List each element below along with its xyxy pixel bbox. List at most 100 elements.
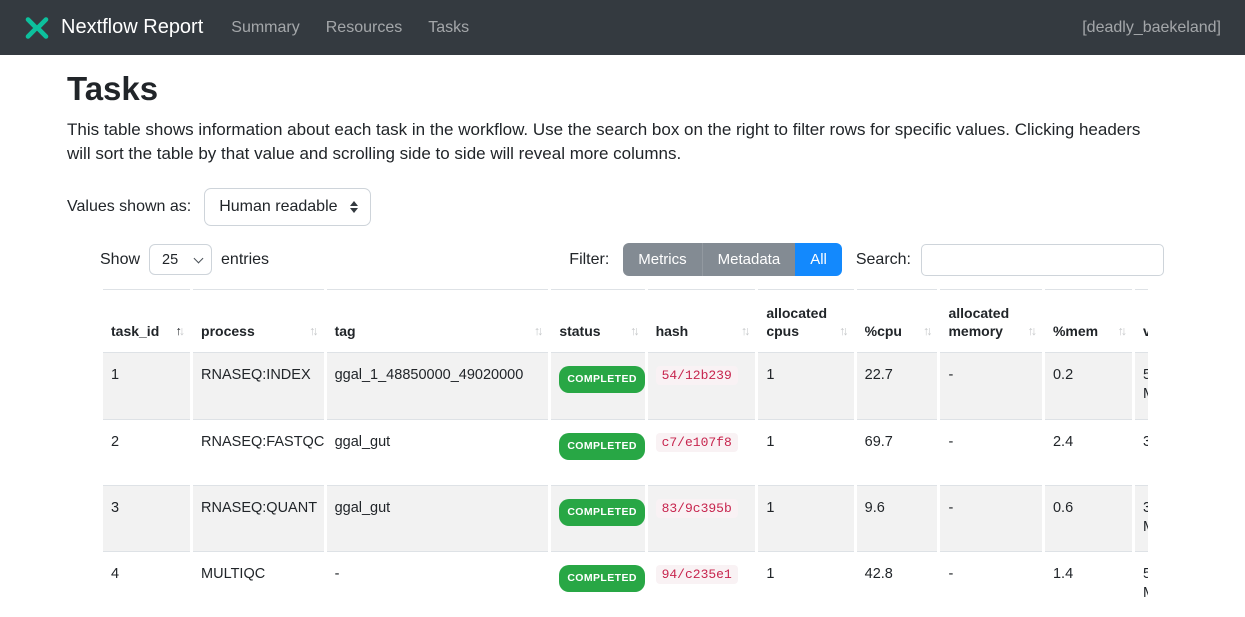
sort-icon: ↑↓ <box>1118 322 1128 340</box>
filter-all-button[interactable]: All <box>795 243 842 276</box>
col-label: allocated cpus <box>766 305 827 339</box>
cell-allocated_memory: - <box>940 485 1042 551</box>
task-hash: c7/e107f8 <box>656 433 738 452</box>
table-row: 4MULTIQC-COMPLETED94/c235e1142.8-1.4571.… <box>103 551 1148 617</box>
cell-tag: ggal_gut <box>327 419 549 485</box>
cell-hash: c7/e107f8 <box>648 419 756 485</box>
status-badge: COMPLETED <box>559 433 645 460</box>
col-label: allocated memory <box>948 305 1009 339</box>
cell-pmem: 2.4 <box>1045 419 1132 485</box>
page-title: Tasks <box>67 70 1178 108</box>
main-content: Tasks This table shows information about… <box>0 70 1245 617</box>
page-length-group: Show 25 entries <box>100 244 269 275</box>
col-header-status[interactable]: status↑↓ <box>551 289 644 353</box>
cell-vmem: 3.002 GB <box>1135 419 1148 485</box>
col-label: status <box>559 323 600 339</box>
top-navbar: Nextflow Report Summary Resources Tasks [d… <box>0 0 1245 55</box>
col-header-task_id[interactable]: task_id ↑↓ <box>103 289 190 353</box>
cell-allocated_memory: - <box>940 551 1042 617</box>
brand-link[interactable]: Nextflow Report <box>24 15 203 41</box>
cell-vmem: 571.58 MB <box>1135 551 1148 617</box>
cell-allocated_cpus: 1 <box>758 485 853 551</box>
chevron-down-icon <box>194 253 204 263</box>
col-label: process <box>201 323 255 339</box>
task-hash: 54/12b239 <box>656 366 738 385</box>
cell-task_id: 2 <box>103 419 190 485</box>
sort-icon: ↑↓ <box>534 322 544 340</box>
filter-metadata-button[interactable]: Metadata <box>702 243 796 276</box>
cell-pmem: 0.6 <box>1045 485 1132 551</box>
filter-search-group: Filter: MetricsMetadataAll Search: <box>569 243 1164 276</box>
cell-status: COMPLETED <box>551 353 644 419</box>
sort-icon: ↑↓ <box>1027 322 1037 340</box>
col-header-tag[interactable]: tag ↑↓ <box>327 289 549 353</box>
cell-process: RNASEQ:QUANT <box>193 485 324 551</box>
page-length-value: 25 <box>162 252 178 268</box>
cell-allocated_cpus: 1 <box>758 419 853 485</box>
cell-allocated_cpus: 1 <box>758 353 853 419</box>
cell-tag: ggal_gut <box>327 485 549 551</box>
search-input[interactable] <box>921 244 1164 276</box>
sort-icon: ↑↓ <box>176 322 186 340</box>
navbar-links: Summary Resources Tasks <box>231 19 1082 37</box>
col-header-process[interactable]: process ↑↓ <box>193 289 324 353</box>
show-label: Show <box>100 251 140 269</box>
cell-pcpu: 42.8 <box>857 551 938 617</box>
nav-tasks[interactable]: Tasks <box>428 19 469 37</box>
status-badge: COMPLETED <box>559 499 645 526</box>
col-header-pmem[interactable]: %mem↑↓ <box>1045 289 1132 353</box>
col-header-allocated_cpus[interactable]: allocated cpus ↑↓ <box>758 289 853 353</box>
cell-hash: 54/12b239 <box>648 353 756 419</box>
run-name: [deadly_baekeland] <box>1082 19 1221 37</box>
select-updown-icon <box>350 201 358 213</box>
table-controls: Show 25 entries Filter: MetricsMetadataA… <box>100 243 1164 276</box>
col-header-pcpu[interactable]: %cpu ↑↓ <box>857 289 938 353</box>
search-group: Search: <box>856 244 1164 276</box>
table-header-row: task_id↑↓process↑↓tag↑↓status↑↓hash↑↓all… <box>103 289 1148 353</box>
cell-process: RNASEQ:INDEX <box>193 353 324 419</box>
col-label: tag <box>335 323 356 339</box>
table-row: 3RNASEQ:QUANTggal_gut COMPLETED83/9c395b1… <box>103 485 1148 551</box>
cell-pcpu: 9.6 <box>857 485 938 551</box>
status-badge: COMPLETED <box>559 565 645 592</box>
col-header-hash[interactable]: hash ↑↓ <box>648 289 756 353</box>
col-label: vmem <box>1143 323 1148 339</box>
tasks-table: task_id↑↓process↑↓tag↑↓status↑↓hash↑↓all… <box>100 289 1148 617</box>
col-label: %cpu <box>865 323 902 339</box>
cell-hash: 83/9c395b <box>648 485 756 551</box>
tasks-table-wrapper[interactable]: task_id↑↓process↑↓tag↑↓status↑↓hash↑↓all… <box>100 289 1148 617</box>
filter-button-group: MetricsMetadataAll <box>623 243 842 276</box>
col-label: task_id <box>111 323 159 339</box>
sort-icon: ↑↓ <box>923 322 933 340</box>
cell-allocated_memory: - <box>940 353 1042 419</box>
search-label: Search: <box>856 251 911 269</box>
cell-tag: ggal_1_48850000_49020000 <box>327 353 549 419</box>
values-shown-select[interactable]: Human readable <box>204 188 370 226</box>
page-length-select[interactable]: 25 <box>149 244 212 275</box>
sort-icon: ↑↓ <box>741 322 751 340</box>
col-header-allocated_memory[interactable]: allocated memory ↑↓ <box>940 289 1042 353</box>
values-shown-selected: Human readable <box>219 198 337 216</box>
cell-pcpu: 69.7 <box>857 419 938 485</box>
values-shown-label: Values shown as: <box>67 198 191 216</box>
cell-task_id: 1 <box>103 353 190 419</box>
sort-icon: ↑↓ <box>839 322 849 340</box>
task-hash: 94/c235e1 <box>656 565 738 584</box>
cell-status: COMPLETED <box>551 551 644 617</box>
table-row: 2RNASEQ:FASTQCggal_gutCOMPLETEDc7/e107f8… <box>103 419 1148 485</box>
filter-label: Filter: <box>569 251 609 269</box>
values-shown-row: Values shown as: Human readable <box>67 188 1178 226</box>
filter-metrics-button[interactable]: Metrics <box>623 243 701 276</box>
cell-status: COMPLETED <box>551 485 644 551</box>
cell-vmem: 52.016 MB <box>1135 353 1148 419</box>
cell-task_id: 3 <box>103 485 190 551</box>
cell-pmem: 1.4 <box>1045 551 1132 617</box>
cell-hash: 94/c235e1 <box>648 551 756 617</box>
col-header-vmem[interactable]: vmem↑↓ <box>1135 289 1148 353</box>
sort-icon: ↑↓ <box>309 322 319 340</box>
nav-resources[interactable]: Resources <box>326 19 402 37</box>
cell-status: COMPLETED <box>551 419 644 485</box>
datatable-area: Show 25 entries Filter: MetricsMetadataA… <box>100 243 1164 617</box>
nav-summary[interactable]: Summary <box>231 19 299 37</box>
col-label: hash <box>656 323 689 339</box>
